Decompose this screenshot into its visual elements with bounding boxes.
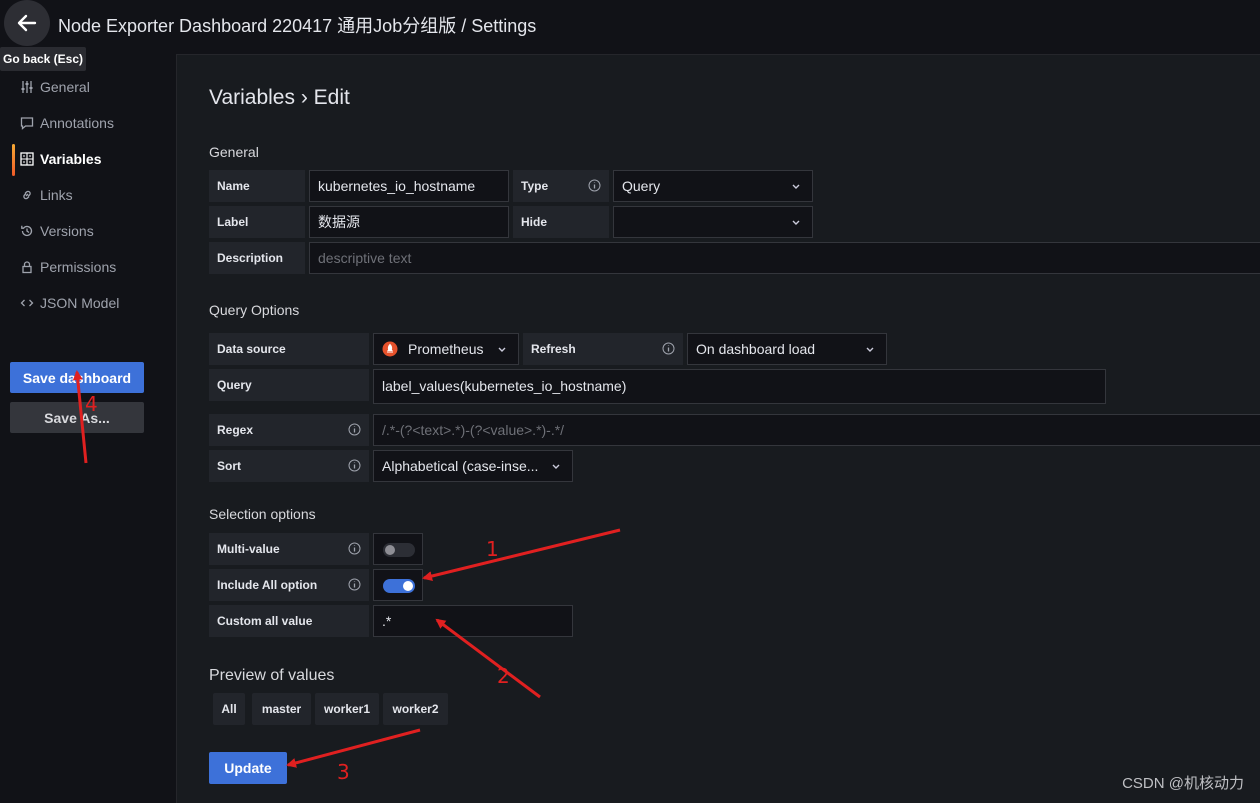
annotation-number-1: 1: [486, 537, 499, 561]
annotation-arrow-4: [72, 370, 88, 464]
annotation-arrows: [72, 370, 621, 768]
watermark: CSDN @机核动力: [1122, 775, 1244, 792]
annotation-number-4: 4: [85, 392, 98, 416]
annotation-number-3: 3: [337, 760, 350, 784]
annotation-arrow-3: [286, 728, 421, 768]
annotation-arrow-1: [422, 528, 621, 581]
annotation-number-2: 2: [497, 664, 510, 688]
annotation-arrow-2: [435, 618, 541, 699]
